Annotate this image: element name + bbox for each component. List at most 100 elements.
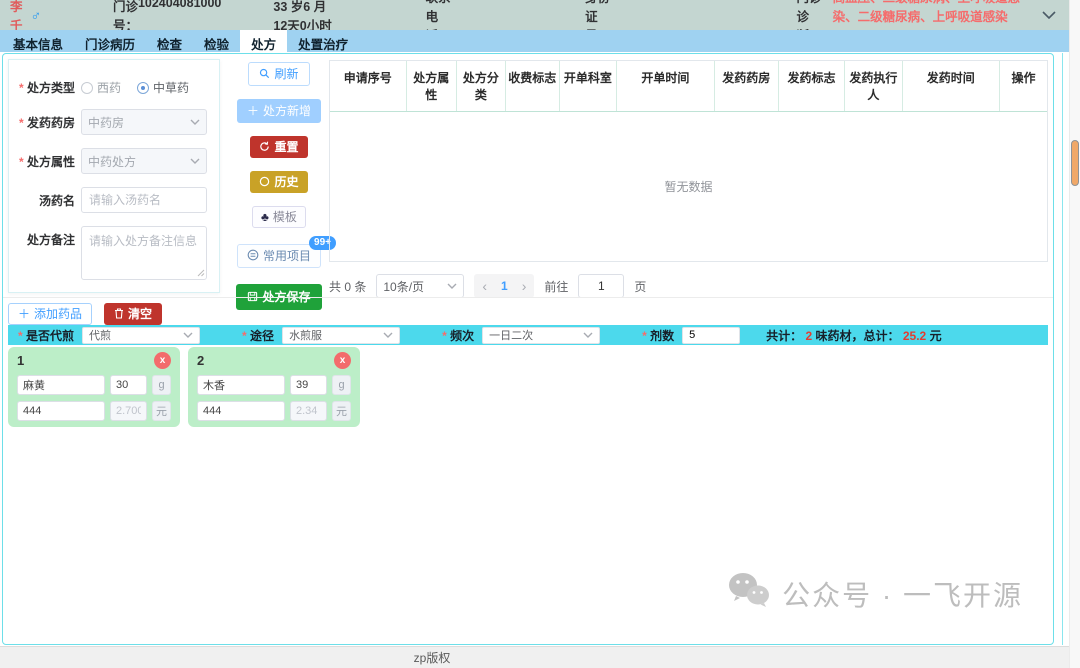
male-gender-icon: ♂ xyxy=(30,7,41,23)
add-prescription-label: 处方新增 xyxy=(263,105,311,117)
copyright-text: zp版权 xyxy=(414,649,451,666)
radio-chinese-herbal[interactable]: 中草药 xyxy=(137,79,189,96)
footer-bar: zp版权 xyxy=(0,646,1080,668)
tab-outpatient-record[interactable]: 门诊病历 xyxy=(74,30,146,52)
clock-icon xyxy=(259,176,270,189)
radio-chinese-label: 中草药 xyxy=(153,79,189,96)
tab-treatment[interactable]: 处置治疗 xyxy=(287,30,359,52)
drug-card: 2 x g 元 xyxy=(188,347,360,427)
close-icon[interactable]: x xyxy=(154,352,171,369)
patient-info-bar: 李千 ♂ 门诊号： 102404081000 33 岁6 月12天0小时 联系电… xyxy=(0,0,1080,30)
club-icon: ♣ xyxy=(261,211,269,223)
prescription-panel: 处方类型 西药 中草药 发药药房 中药房 处方属性 中药处方 xyxy=(2,53,1054,645)
prescription-table-panel: 申请序号 处方属性 处方分类 收费标志 开单科室 开单时间 发药药房 发药标志 … xyxy=(329,60,1048,298)
drug-name-input[interactable] xyxy=(17,375,105,395)
unit-gram-label: g xyxy=(332,375,351,395)
list-circle-icon xyxy=(247,249,259,263)
history-label: 历史 xyxy=(274,176,298,188)
wechat-icon xyxy=(726,571,772,616)
refresh-arrow-icon xyxy=(259,141,270,154)
plus-icon: ＋ xyxy=(247,105,259,117)
col-charge-flag: 收费标志 xyxy=(506,61,560,111)
drug-name-input[interactable] xyxy=(197,375,285,395)
patient-name: 李千 xyxy=(10,0,24,34)
refresh-label: 刷新 xyxy=(274,68,298,80)
prev-page-icon[interactable]: ‹ xyxy=(478,278,491,294)
page-unit-label: 页 xyxy=(634,278,646,295)
attr-select-value: 中药处方 xyxy=(88,153,136,170)
col-dispense-time: 发药时间 xyxy=(903,61,1000,111)
add-drug-button[interactable]: ＋ 添加药品 xyxy=(8,303,92,325)
drug-price-input xyxy=(290,401,327,421)
drug-code-input[interactable] xyxy=(197,401,285,421)
drug-index: 1 xyxy=(17,353,24,368)
close-icon[interactable]: x xyxy=(334,352,351,369)
vertical-scrollbar[interactable] xyxy=(1069,0,1080,668)
reset-button[interactable]: 重置 xyxy=(250,136,307,158)
radio-western-medicine[interactable]: 西药 xyxy=(81,79,121,96)
dose-input[interactable] xyxy=(682,327,740,344)
visit-number: 门诊号： 102404081000 xyxy=(113,0,221,34)
add-drug-label: 添加药品 xyxy=(34,308,82,320)
frequency-select-value: 一日二次 xyxy=(489,327,533,343)
drug-index: 2 xyxy=(197,353,204,368)
history-button[interactable]: 历史 xyxy=(250,171,307,193)
unit-yuan-label: 元 xyxy=(332,401,351,421)
clear-button[interactable]: 清空 xyxy=(104,303,162,325)
col-order-time: 开单时间 xyxy=(617,61,714,111)
template-button[interactable]: ♣ 模板 xyxy=(252,206,306,228)
add-prescription-button[interactable]: ＋ 处方新增 xyxy=(237,99,321,123)
plus-icon: ＋ xyxy=(18,308,30,320)
attr-select[interactable]: 中药处方 xyxy=(81,148,207,174)
tab-examination[interactable]: 检查 xyxy=(146,30,193,52)
unit-gram-label: g xyxy=(152,375,171,395)
sum-mid-label: 味药材，总计： xyxy=(816,329,900,343)
remark-textarea[interactable] xyxy=(81,226,207,280)
pager: ‹ 1 › xyxy=(474,274,534,298)
visit-number-value: 102404081000 xyxy=(138,0,221,34)
watermark: 公众号 · 一飞开源 xyxy=(726,571,1023,616)
goto-label: 前往 xyxy=(544,278,568,295)
route-select[interactable]: 水煎服 xyxy=(282,327,400,344)
attr-label: 处方属性 xyxy=(9,148,75,170)
frequency-label: 频次 xyxy=(442,327,474,344)
tab-lab-test[interactable]: 检验 xyxy=(193,30,240,52)
refresh-button[interactable]: 刷新 xyxy=(248,62,309,86)
col-dispense-pharmacy: 发药药房 xyxy=(715,61,779,111)
frequency-select[interactable]: 一日二次 xyxy=(482,327,600,344)
next-page-icon[interactable]: › xyxy=(518,278,531,294)
pharmacy-select[interactable]: 中药房 xyxy=(81,109,207,135)
drug-qty-input[interactable] xyxy=(290,375,327,395)
col-operation: 操作 xyxy=(1000,61,1047,111)
drug-qty-input[interactable] xyxy=(110,375,147,395)
chevron-down-icon xyxy=(447,283,457,289)
drug-code-input[interactable] xyxy=(17,401,105,421)
col-request-no: 申请序号 xyxy=(330,61,407,111)
action-button-column: 刷新 ＋ 处方新增 重置 历史 ♣ 模板 常用项目 99+ 处方保存 xyxy=(231,62,327,310)
decoct-select[interactable]: 代煎 xyxy=(82,327,200,344)
tab-basic-info[interactable]: 基本信息 xyxy=(2,30,74,52)
scrollbar-thumb[interactable] xyxy=(1071,140,1079,186)
common-items-button[interactable]: 常用项目 99+ xyxy=(237,244,321,268)
radio-western-label: 西药 xyxy=(97,79,121,96)
tab-prescription[interactable]: 处方 xyxy=(240,30,287,52)
watermark-text: 公众号 · 一飞开源 xyxy=(782,574,1023,614)
remark-label: 处方备注 xyxy=(9,226,75,248)
type-label: 处方类型 xyxy=(9,74,75,96)
radio-circle-icon xyxy=(81,82,93,94)
decoction-name-label: 汤药名 xyxy=(9,187,75,209)
section-divider xyxy=(3,297,1053,298)
decoction-name-input[interactable] xyxy=(81,187,207,213)
goto-page-input[interactable] xyxy=(578,274,624,298)
reset-label: 重置 xyxy=(274,141,298,153)
page-size-select[interactable]: 10条/页 xyxy=(376,274,464,298)
prescription-form: 处方类型 西药 中草药 发药药房 中药房 处方属性 中药处方 xyxy=(8,59,220,293)
template-label: 模板 xyxy=(273,211,297,223)
pagination-bar: 共 0 条 10条/页 ‹ 1 › 前往 页 xyxy=(329,274,1048,298)
chevron-down-icon xyxy=(183,332,193,338)
current-page[interactable]: 1 xyxy=(501,279,508,293)
chevron-down-icon xyxy=(190,158,200,164)
chevron-down-icon[interactable] xyxy=(1042,11,1056,19)
col-attr: 处方属性 xyxy=(407,61,457,111)
decoct-label: 是否代煎 xyxy=(18,327,74,344)
